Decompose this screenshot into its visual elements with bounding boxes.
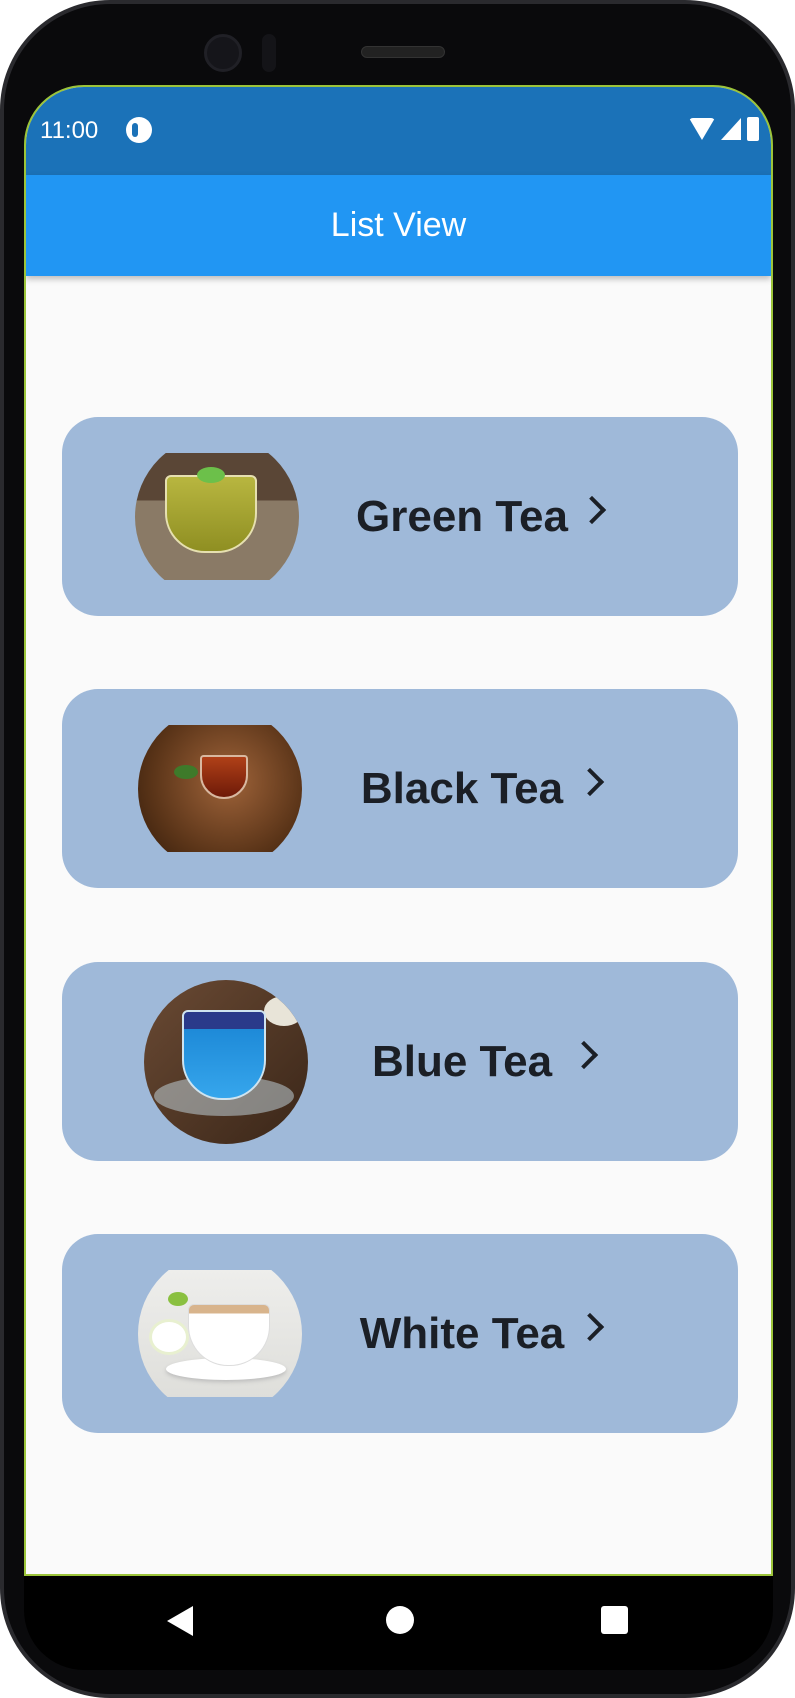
- home-icon[interactable]: [386, 1606, 414, 1634]
- front-camera: [204, 34, 242, 72]
- recents-icon[interactable]: [601, 1606, 628, 1634]
- status-bar: 11:00: [26, 87, 771, 175]
- item-label: Green Tea: [356, 491, 568, 541]
- status-time: 11:00: [40, 117, 99, 144]
- blue-tea-image: [144, 980, 308, 1144]
- back-icon[interactable]: [167, 1606, 193, 1636]
- app-notification-icon: [126, 117, 152, 143]
- green-tea-image: [135, 453, 299, 580]
- list-item-black-tea[interactable]: Black Tea: [62, 689, 738, 888]
- list-item-green-tea[interactable]: Green Tea: [62, 417, 738, 616]
- screen: 11:00 List View Green Tea Black Tea Blue…: [24, 85, 773, 1576]
- sensor: [262, 34, 276, 72]
- item-label: Black Tea: [360, 763, 564, 813]
- list-item-blue-tea[interactable]: Blue Tea: [62, 962, 738, 1161]
- black-tea-image: [138, 725, 302, 852]
- app-bar: List View: [26, 175, 771, 276]
- signal-icon: [721, 118, 741, 140]
- wifi-icon: [689, 118, 715, 140]
- item-label: White Tea: [359, 1308, 565, 1358]
- white-tea-image: [138, 1270, 302, 1397]
- earpiece-speaker: [361, 46, 445, 58]
- list-item-white-tea[interactable]: White Tea: [62, 1234, 738, 1433]
- item-label: Blue Tea: [371, 1036, 553, 1086]
- system-nav-bar: [24, 1576, 773, 1670]
- page-title: List View: [330, 206, 467, 244]
- system-icons: [689, 117, 759, 141]
- battery-icon: [747, 117, 759, 141]
